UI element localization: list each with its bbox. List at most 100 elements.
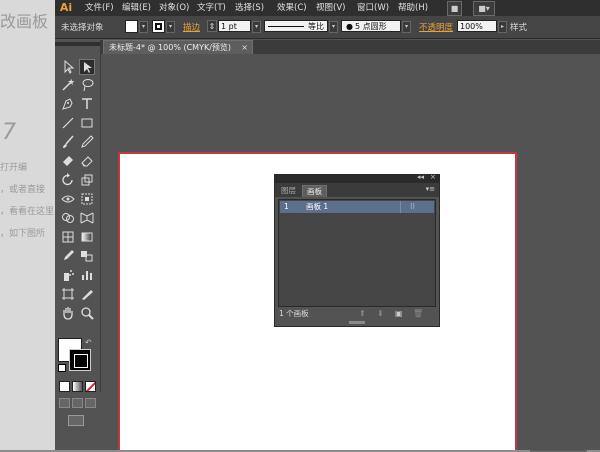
- paintbrush-tool-icon[interactable]: [60, 134, 76, 150]
- symbol-sprayer-tool-icon[interactable]: [60, 267, 76, 283]
- blend-tool-icon[interactable]: [79, 248, 95, 264]
- rectangle-tool-icon[interactable]: [79, 115, 95, 131]
- stroke-dropdown-icon[interactable]: ▾: [166, 21, 175, 33]
- menu-window[interactable]: 窗口(W): [357, 0, 389, 16]
- hand-tool-icon[interactable]: [60, 305, 76, 321]
- tools-panel: ↶: [55, 42, 101, 426]
- artboard-count: 1 个画板: [279, 309, 309, 318]
- fill-swatch[interactable]: [125, 20, 138, 33]
- tab-artboards[interactable]: 画板: [302, 185, 327, 197]
- screen-mode-icon[interactable]: [68, 415, 84, 426]
- shape-builder-tool-icon[interactable]: [60, 210, 76, 226]
- arrange-documents-button[interactable]: ■▾: [473, 1, 495, 16]
- artboards-panel: ◂◂ × 图层 画板 ▾≡ 1 画板 1 ⁝⁝ 1 个画板 ⬆ ⬇ ▣ 🗑: [274, 173, 440, 327]
- draw-behind-icon[interactable]: [72, 398, 83, 408]
- rotate-tool-icon[interactable]: [60, 172, 76, 188]
- artboard-tool-icon[interactable]: [60, 286, 76, 302]
- column-graph-tool-icon[interactable]: [79, 267, 95, 283]
- new-artboard-icon[interactable]: ▣: [395, 308, 403, 320]
- gradient-tool-icon[interactable]: [79, 229, 95, 245]
- free-transform-tool-icon[interactable]: [79, 191, 95, 207]
- opacity-panel-link[interactable]: 不透明度: [419, 21, 453, 33]
- document-tab[interactable]: 未标题-4* @ 100% (CMYK/预览) ×: [103, 40, 253, 54]
- color-mode-icon[interactable]: [59, 381, 70, 392]
- menu-select[interactable]: 选择(S): [235, 0, 264, 16]
- none-mode-icon[interactable]: [85, 381, 96, 392]
- blob-brush-tool-icon[interactable]: [60, 153, 76, 169]
- bg-heading-number: 7: [2, 120, 16, 145]
- type-tool-icon[interactable]: [79, 96, 95, 112]
- delete-artboard-icon[interactable]: 🗑: [413, 308, 423, 320]
- tab-layers[interactable]: 图层: [277, 185, 300, 197]
- menu-edit[interactable]: 编辑(E): [122, 0, 151, 16]
- perspective-grid-tool-icon[interactable]: [79, 210, 95, 226]
- bg-line-3: ，看看在这里: [0, 207, 55, 217]
- bg-line-1: 打开编: [0, 163, 28, 173]
- default-fill-stroke-icon[interactable]: [58, 364, 66, 372]
- scale-tool-icon[interactable]: [79, 172, 95, 188]
- brush-label: 5 点圆形: [355, 22, 387, 31]
- document-tab-bar: 未标题-4* @ 100% (CMYK/预览) ×: [100, 40, 600, 54]
- pencil-tool-icon[interactable]: [79, 134, 95, 150]
- none-mode-slash: [86, 382, 95, 391]
- panel-tabs: 图层 画板 ▾≡: [275, 183, 439, 197]
- stroke-panel-link[interactable]: 描边: [183, 21, 200, 33]
- stroke-profile-select[interactable]: 等比: [264, 20, 328, 32]
- list-item[interactable]: 1 画板 1 ⁝⁝: [280, 201, 434, 213]
- menu-help[interactable]: 帮助(H): [398, 0, 428, 16]
- brush-dropdown-icon[interactable]: ▾: [402, 21, 411, 33]
- gradient-mode-icon[interactable]: [72, 381, 83, 392]
- magic-wand-tool-icon[interactable]: [60, 77, 76, 93]
- menu-view[interactable]: 视图(V): [316, 0, 345, 16]
- menu-type[interactable]: 文字(T): [197, 0, 226, 16]
- close-panel-icon[interactable]: ×: [430, 173, 436, 181]
- menu-bar: Ai 文件(F) 编辑(E) 对象(O) 文字(T) 选择(S) 效果(C) 视…: [55, 0, 600, 16]
- width-tool-icon[interactable]: [60, 191, 76, 207]
- fill-dropdown-icon[interactable]: ▾: [139, 21, 148, 33]
- collapse-panel-icon[interactable]: ◂◂: [417, 173, 424, 181]
- stroke-color-box[interactable]: [69, 349, 91, 371]
- eyedropper-tool-icon[interactable]: [60, 248, 76, 264]
- stroke-weight-input[interactable]: 1 pt: [218, 20, 251, 32]
- selection-tool-icon[interactable]: [60, 59, 76, 75]
- stroke-profile-dropdown-icon[interactable]: ▾: [329, 21, 338, 33]
- menu-file[interactable]: 文件(F): [85, 0, 114, 16]
- lasso-tool-icon[interactable]: [79, 77, 95, 93]
- artboard-name: 画板 1: [306, 202, 329, 211]
- menu-effect[interactable]: 效果(C): [277, 0, 307, 16]
- move-down-icon[interactable]: ⬇: [377, 308, 384, 320]
- menu-object[interactable]: 对象(O): [159, 0, 189, 16]
- panel-title-bar[interactable]: ◂◂ ×: [275, 173, 439, 183]
- app-logo: Ai: [59, 1, 73, 14]
- artboard-options-icon[interactable]: ⁝⁝: [410, 201, 415, 213]
- opacity-input[interactable]: 100%: [457, 20, 497, 32]
- direct-selection-tool-icon[interactable]: [79, 59, 95, 75]
- opacity-dropdown-icon[interactable]: ▸: [498, 21, 507, 33]
- pen-tool-icon[interactable]: [60, 96, 76, 112]
- style-label: 样式: [510, 23, 528, 33]
- stroke-weight-stepper[interactable]: ⇕: [207, 20, 217, 32]
- bg-line-2: ，或者直接: [0, 185, 46, 195]
- stroke-swatch[interactable]: [152, 20, 165, 33]
- mesh-tool-icon[interactable]: [60, 229, 76, 245]
- stroke-weight-dropdown-icon[interactable]: ▾: [252, 21, 261, 33]
- draw-normal-icon[interactable]: [59, 398, 70, 408]
- bg-title: 改画板: [0, 12, 49, 31]
- slice-tool-icon[interactable]: [79, 286, 95, 302]
- move-up-icon[interactable]: ⬆: [359, 308, 366, 320]
- line-segment-tool-icon[interactable]: [60, 115, 76, 131]
- draw-inside-icon[interactable]: [85, 398, 96, 408]
- swap-fill-stroke-icon[interactable]: ↶: [85, 338, 92, 347]
- selection-status: 未选择对象: [61, 23, 104, 33]
- zoom-tool-icon[interactable]: [79, 305, 95, 321]
- brush-select[interactable]: ● 5 点圆形: [341, 20, 401, 32]
- panel-footer: 1 个画板 ⬆ ⬇ ▣ 🗑: [275, 308, 439, 320]
- bridge-button[interactable]: ■: [447, 1, 462, 16]
- panel-resize-grip[interactable]: [349, 321, 365, 324]
- eraser-tool-icon[interactable]: [79, 153, 95, 169]
- row-divider: [400, 201, 401, 213]
- close-icon[interactable]: ×: [241, 41, 248, 54]
- brush-dot-icon: ●: [346, 22, 353, 31]
- panel-menu-icon[interactable]: ▾≡: [426, 185, 435, 193]
- tools-panel-grip[interactable]: [55, 42, 100, 46]
